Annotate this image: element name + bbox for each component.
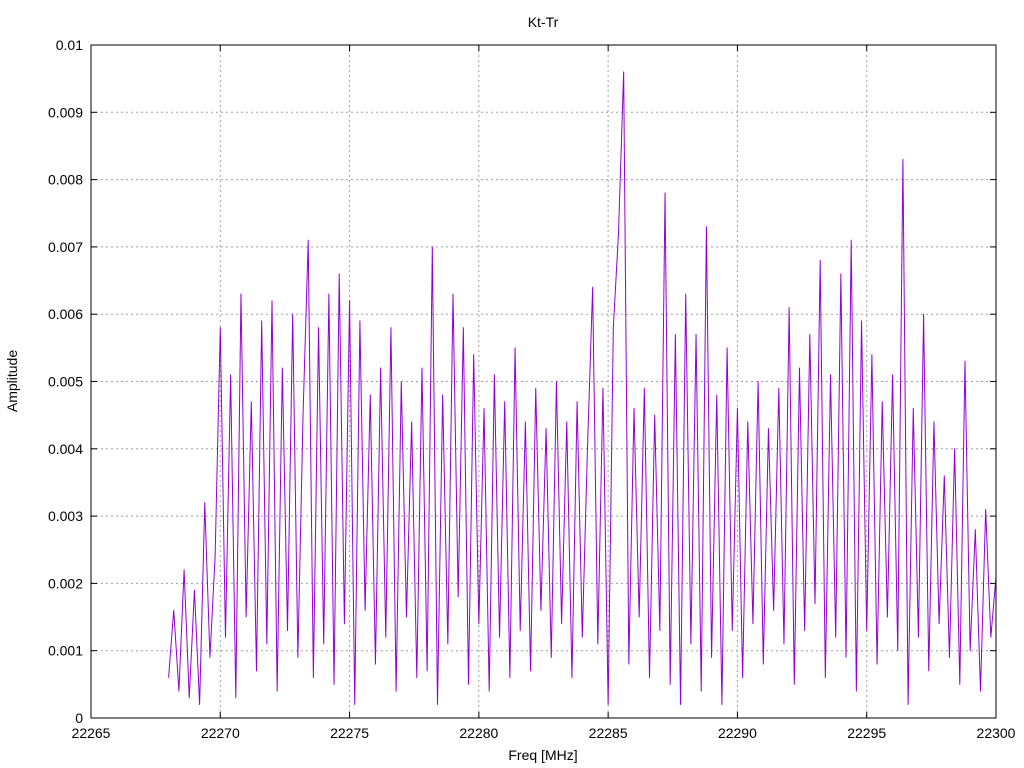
y-axis-label: Amplitude — [4, 350, 20, 412]
y-tick-label: 0.004 — [48, 441, 83, 457]
y-tick-label: 0.005 — [48, 374, 83, 390]
x-tick-label: 22270 — [201, 725, 240, 741]
x-tick-label: 22290 — [718, 725, 757, 741]
x-tick-label: 22265 — [72, 725, 111, 741]
amplitude-series-line — [168, 71, 997, 706]
x-axis-label: Freq [MHz] — [508, 747, 577, 763]
x-tick-label: 22285 — [589, 725, 628, 741]
y-tick-label: 0 — [75, 710, 83, 726]
x-tick-label: 22275 — [330, 725, 369, 741]
y-tick-label: 0.003 — [48, 508, 83, 524]
x-tick-label: 22280 — [459, 725, 498, 741]
series-group — [168, 71, 997, 706]
y-tick-label: 0.001 — [48, 643, 83, 659]
y-tick-label: 0.006 — [48, 306, 83, 322]
y-tick-label: 0.009 — [48, 104, 83, 120]
x-tick-label: 22300 — [977, 725, 1016, 741]
y-tick-label: 0.01 — [56, 37, 83, 53]
y-tick-label: 0.008 — [48, 172, 83, 188]
chart-container: Kt-Tr Freq [MHz] Amplitude 22265 22270 222… — [0, 0, 1024, 768]
y-tick-label: 0.002 — [48, 575, 83, 591]
chart-title: Kt-Tr — [528, 14, 559, 30]
x-tick-label: 22295 — [847, 725, 886, 741]
y-tick-label: 0.007 — [48, 239, 83, 255]
axis-ticks: 22265 22270 22275 22280 22285 22290 22295 22300… — [48, 37, 1016, 741]
amplitude-chart: Kt-Tr Freq [MHz] Amplitude 22265 22270 222… — [4, 14, 1016, 763]
